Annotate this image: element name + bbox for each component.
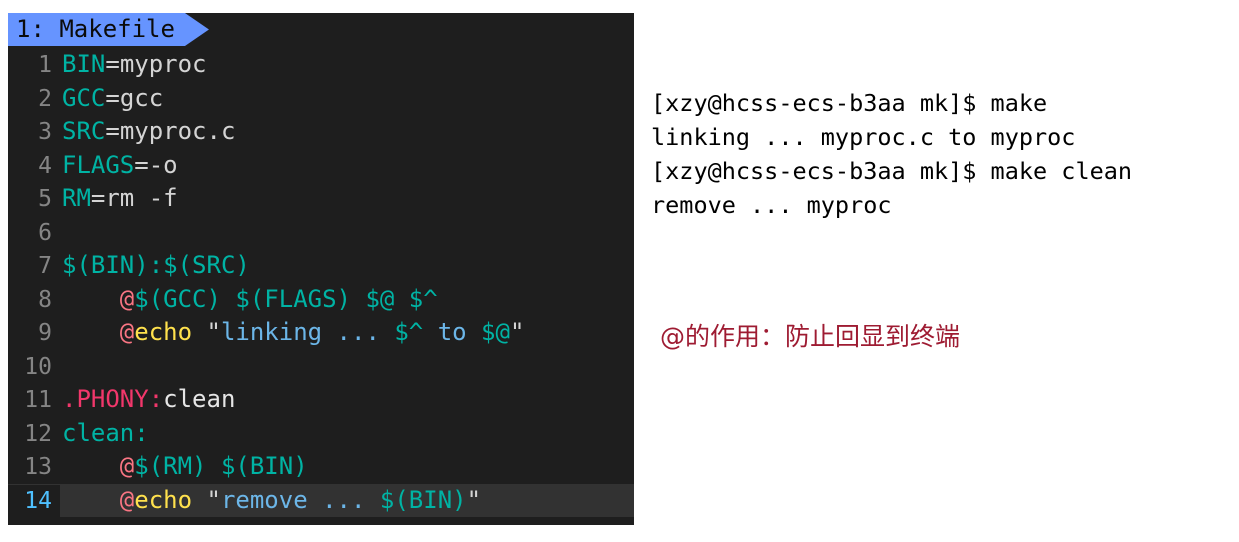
code-line-content: @$(RM) $(BIN) bbox=[60, 450, 634, 484]
code-token: : bbox=[148, 385, 164, 413]
line-number: 2 bbox=[38, 85, 52, 112]
code-token: $^ bbox=[394, 318, 424, 346]
code-line[interactable]: 13 @$(RM) $(BIN) bbox=[8, 450, 634, 484]
code-token: myproc bbox=[119, 50, 207, 78]
code-token: SRC bbox=[62, 117, 106, 145]
code-token: rm -f bbox=[105, 184, 178, 212]
terminal-line: remove ... myproc bbox=[651, 191, 892, 219]
code-token: clean bbox=[163, 385, 236, 413]
code-line[interactable]: 8 @$(GCC) $(FLAGS) $@ $^ bbox=[8, 283, 634, 317]
code-token: = bbox=[134, 150, 149, 179]
code-token: myproc.c bbox=[119, 117, 236, 145]
line-number: 3 bbox=[38, 119, 52, 145]
code-token: remove ... bbox=[220, 485, 380, 514]
line-number: 5 bbox=[38, 186, 52, 212]
code-line[interactable]: 1 BIN=myproc bbox=[8, 48, 634, 82]
code-line-content bbox=[60, 350, 634, 384]
annotation-text: @的作用：防止回显到终端 bbox=[660, 322, 961, 351]
code-token: $(GCC) $(FLAGS) $@ $^ bbox=[134, 284, 438, 313]
code-line[interactable]: 2 GCC=gcc bbox=[8, 82, 634, 116]
line-number: 6 bbox=[38, 219, 52, 246]
code-token: echo bbox=[134, 485, 193, 514]
code-line-content bbox=[60, 216, 634, 250]
code-line[interactable]: 4 FLAGS=-o bbox=[8, 149, 634, 183]
tab-makefile-label: 1: Makefile bbox=[16, 15, 175, 43]
line-number: 8 bbox=[38, 286, 52, 313]
code-line[interactable]: 6 bbox=[8, 216, 634, 250]
code-line[interactable]: 9 @echo "linking ... $^ to $@" bbox=[8, 316, 634, 350]
code-token: " bbox=[509, 318, 525, 346]
code-token: = bbox=[105, 83, 120, 112]
code-line[interactable]: 7 $(BIN):$(SRC) bbox=[8, 249, 634, 283]
code-line-content: BIN=myproc bbox=[60, 48, 634, 82]
code-token: " bbox=[466, 485, 482, 514]
code-line[interactable]: 10 bbox=[8, 350, 634, 384]
code-token: @ bbox=[119, 485, 135, 514]
code-token: $(BIN) bbox=[379, 485, 467, 514]
code-token: FLAGS bbox=[62, 150, 135, 179]
code-line-content: @$(GCC) $(FLAGS) $@ $^ bbox=[60, 283, 634, 317]
code-token: to bbox=[423, 318, 482, 346]
terminal-line: [xzy@hcss-ecs-b3aa mk]$ make bbox=[651, 89, 1048, 117]
line-number: 4 bbox=[38, 152, 52, 179]
line-number: 11 bbox=[24, 387, 52, 413]
code-line-content: FLAGS=-o bbox=[60, 149, 634, 183]
code-line[interactable]: 11 .PHONY:clean bbox=[8, 383, 634, 417]
code-token: $(BIN):$(SRC) bbox=[62, 251, 250, 279]
code-line-content: SRC=myproc.c bbox=[60, 115, 634, 149]
code-line[interactable]: 12 clean: bbox=[8, 417, 634, 451]
code-token: echo bbox=[134, 318, 193, 346]
tab-makefile[interactable]: 1: Makefile bbox=[8, 13, 209, 46]
line-number: 9 bbox=[38, 320, 52, 346]
code-token: " bbox=[206, 485, 221, 514]
terminal-line: [xzy@hcss-ecs-b3aa mk]$ make clean bbox=[651, 157, 1133, 185]
line-number: 13 bbox=[24, 454, 52, 480]
code-line-content: @echo "remove ... $(BIN)" bbox=[60, 484, 634, 518]
code-token: @ bbox=[119, 318, 135, 346]
code-line-content: clean: bbox=[60, 417, 634, 451]
line-number: 1 bbox=[38, 52, 52, 78]
code-token: linking ... bbox=[220, 318, 395, 346]
code-token: BIN bbox=[62, 50, 106, 78]
code-token: $@ bbox=[481, 318, 510, 346]
code-token: -o bbox=[148, 150, 178, 179]
code-editor-panel: 1: Makefile 1 BIN=myproc 2 GCC=gcc 3 SRC=mypr… bbox=[8, 13, 634, 525]
line-number: 12 bbox=[24, 420, 52, 447]
line-number: 14 bbox=[8, 484, 60, 518]
code-token: GCC bbox=[62, 83, 106, 112]
line-number: 7 bbox=[38, 253, 52, 279]
code-line-content: GCC=gcc bbox=[60, 82, 634, 116]
code-line-content: @echo "linking ... $^ to $@" bbox=[60, 316, 634, 350]
code-token: " bbox=[206, 318, 221, 346]
code-line[interactable]: 14 @echo "remove ... $(BIN)" bbox=[8, 483, 634, 518]
terminal-line: linking ... myproc.c to myproc bbox=[651, 123, 1076, 151]
editor-tab-bar: 1: Makefile bbox=[8, 13, 634, 46]
line-number: 10 bbox=[24, 353, 52, 380]
terminal-output: [xzy@hcss-ecs-b3aa mk]$ make linking ... … bbox=[651, 86, 1231, 222]
code-token: @ bbox=[119, 284, 135, 313]
code-token: clean: bbox=[62, 418, 149, 447]
code-token: RM bbox=[62, 184, 91, 212]
code-line-content: $(BIN):$(SRC) bbox=[60, 249, 634, 283]
code-line-content: RM=rm -f bbox=[60, 182, 634, 216]
code-line[interactable]: 3 SRC=myproc.c bbox=[8, 115, 634, 149]
code-token: = bbox=[90, 184, 106, 212]
code-token: = bbox=[105, 117, 120, 145]
code-token: @ bbox=[119, 452, 135, 480]
code-line-content: .PHONY:clean bbox=[60, 383, 634, 417]
code-line[interactable]: 5 RM=rm -f bbox=[8, 182, 634, 216]
code-token: gcc bbox=[119, 83, 164, 112]
code-token: $(RM) $(BIN) bbox=[134, 452, 308, 480]
code-token: .PHONY bbox=[62, 385, 149, 413]
code-token: = bbox=[105, 50, 120, 78]
code-lines-container[interactable]: 1 BIN=myproc 2 GCC=gcc 3 SRC=myproc.c 4 FLAGS=-… bbox=[8, 46, 634, 518]
